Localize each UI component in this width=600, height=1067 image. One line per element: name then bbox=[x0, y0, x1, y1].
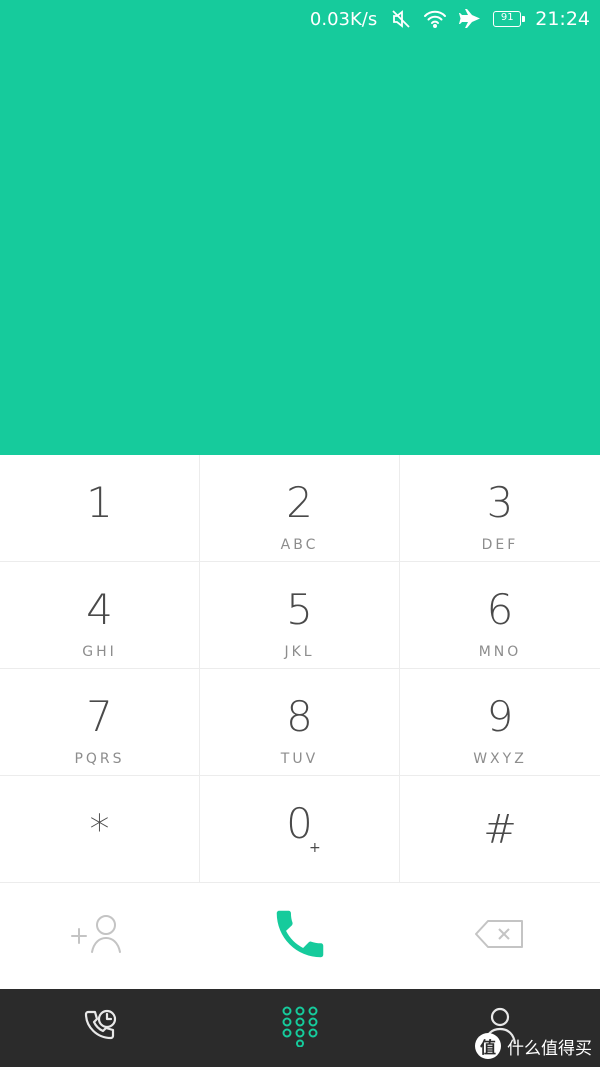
call-log-icon bbox=[80, 1006, 120, 1050]
key-hash[interactable]: # bbox=[400, 776, 600, 883]
net-speed: 0.03K/s bbox=[309, 8, 378, 30]
number-display-area: 0.03K/s 91 21:24 bbox=[0, 0, 600, 455]
watermark: 值 什么值得买 bbox=[475, 1033, 592, 1059]
add-contact-button[interactable] bbox=[0, 883, 200, 989]
key-digit: 3 bbox=[486, 478, 514, 527]
key-7[interactable]: 7 PQRS bbox=[0, 669, 200, 776]
watermark-logo: 值 bbox=[475, 1033, 501, 1059]
key-digit: 7 bbox=[86, 692, 113, 741]
action-row bbox=[0, 883, 600, 989]
key-0[interactable]: 0 + bbox=[200, 776, 400, 883]
dialpad: 1 2 ABC 3 DEF 4 GHI 5 JKL 6 MNO 7 PQRS 8… bbox=[0, 455, 600, 883]
key-digit: * bbox=[89, 807, 110, 853]
bottom-nav: 值 什么值得买 bbox=[0, 989, 600, 1067]
dialpad-icon bbox=[279, 1005, 321, 1051]
key-digit: # bbox=[483, 807, 517, 853]
key-2[interactable]: 2 ABC bbox=[200, 455, 400, 562]
battery-icon: 91 bbox=[493, 11, 526, 27]
add-contact-icon bbox=[70, 912, 130, 960]
key-digit: 1 bbox=[86, 478, 113, 527]
key-digit: 2 bbox=[286, 478, 313, 527]
status-bar: 0.03K/s 91 21:24 bbox=[0, 0, 600, 38]
key-4[interactable]: 4 GHI bbox=[0, 562, 200, 669]
key-letters: WXYZ bbox=[473, 751, 527, 767]
backspace-icon bbox=[474, 918, 526, 954]
key-digit: 4 bbox=[86, 585, 113, 634]
key-5[interactable]: 5 JKL bbox=[200, 562, 400, 669]
key-8[interactable]: 8 TUV bbox=[200, 669, 400, 776]
key-3[interactable]: 3 DEF bbox=[400, 455, 600, 562]
wifi-icon bbox=[423, 10, 447, 28]
key-letters: PQRS bbox=[74, 751, 125, 767]
key-letters: DEF bbox=[481, 537, 519, 553]
watermark-text: 什么值得买 bbox=[507, 1038, 592, 1059]
key-digit: 8 bbox=[286, 692, 313, 741]
key-6[interactable]: 6 MNO bbox=[400, 562, 600, 669]
airplane-icon bbox=[459, 9, 481, 29]
key-plus: + bbox=[309, 840, 321, 856]
key-letters: ABC bbox=[280, 537, 319, 553]
key-9[interactable]: 9 WXYZ bbox=[400, 669, 600, 776]
key-star[interactable]: * bbox=[0, 776, 200, 883]
key-digit: 9 bbox=[486, 692, 514, 741]
key-digit: 5 bbox=[286, 585, 313, 634]
call-icon bbox=[269, 903, 331, 969]
clock: 21:24 bbox=[535, 8, 590, 30]
mute-icon bbox=[391, 9, 411, 29]
call-button[interactable] bbox=[200, 883, 400, 989]
key-letters: JKL bbox=[284, 644, 315, 660]
key-letters: GHI bbox=[82, 644, 117, 660]
tab-call-log[interactable] bbox=[0, 989, 200, 1067]
tab-dialpad[interactable] bbox=[200, 989, 400, 1067]
key-digit: 6 bbox=[486, 585, 514, 634]
key-letters: TUV bbox=[280, 751, 319, 767]
key-letters: MNO bbox=[478, 644, 522, 660]
key-1[interactable]: 1 bbox=[0, 455, 200, 562]
backspace-button[interactable] bbox=[400, 883, 600, 989]
